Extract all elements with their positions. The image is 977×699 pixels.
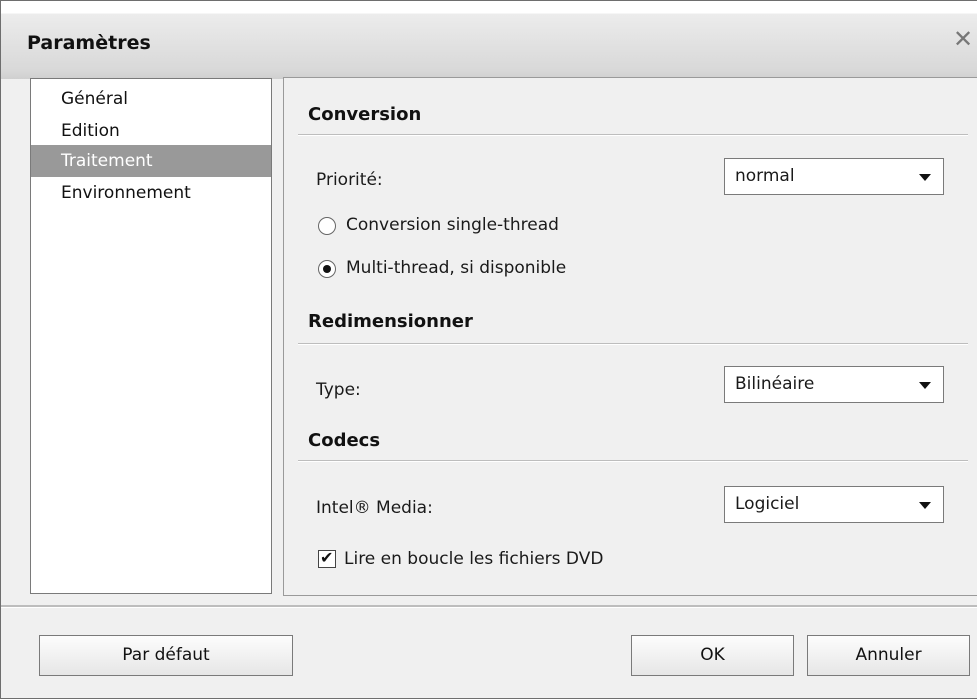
intel-media-value: Logiciel (735, 494, 800, 514)
section-divider (298, 134, 968, 136)
chevron-down-icon (919, 382, 931, 389)
chevron-down-icon (919, 174, 931, 181)
close-icon[interactable]: ✕ (953, 27, 973, 51)
priority-value: normal (735, 166, 795, 186)
category-list: Général Edition Traitement Environnement (30, 78, 272, 594)
section-title-conversion: Conversion (308, 104, 422, 125)
settings-dialog: Paramètres ✕ Général Edition Traitement … (0, 0, 977, 699)
title-bar: Paramètres ✕ (1, 1, 977, 79)
footer-divider (1, 605, 977, 608)
intel-media-select[interactable]: Logiciel (724, 486, 944, 523)
section-title-codecs: Codecs (308, 430, 381, 451)
section-divider (298, 460, 968, 462)
section-title-resize: Redimensionner (308, 311, 473, 332)
default-button[interactable]: Par défaut (39, 635, 293, 676)
settings-panel: Conversion Priorité: normal Conversion s… (283, 77, 977, 596)
radio-multi-thread[interactable] (318, 260, 336, 278)
sidebar-item-edition[interactable]: Edition (31, 115, 271, 147)
checkmark-icon: ✔ (320, 548, 334, 567)
window-title: Paramètres (27, 32, 151, 54)
resize-type-value: Bilinéaire (735, 374, 815, 394)
resize-type-select[interactable]: Bilinéaire (724, 366, 944, 403)
sidebar-item-environnement[interactable]: Environnement (31, 177, 271, 209)
chevron-down-icon (919, 502, 931, 509)
sidebar-item-general[interactable]: Général (31, 83, 271, 115)
section-divider (298, 343, 968, 345)
radio-selected-dot (323, 265, 331, 273)
ok-button[interactable]: OK (631, 635, 794, 676)
radio-multi-thread-label: Multi-thread, si disponible (346, 258, 567, 278)
radio-single-thread-label: Conversion single-thread (346, 215, 559, 235)
sidebar-item-traitement[interactable]: Traitement (31, 145, 271, 177)
priority-label: Priorité: (316, 170, 383, 190)
priority-select[interactable]: normal (724, 158, 944, 195)
type-label: Type: (316, 380, 361, 400)
loop-dvd-label: Lire en boucle les fichiers DVD (344, 549, 604, 569)
loop-dvd-checkbox[interactable]: ✔ (318, 548, 336, 568)
intel-media-label: Intel® Media: (316, 498, 433, 518)
radio-single-thread[interactable] (318, 217, 336, 235)
cancel-button[interactable]: Annuler (807, 635, 970, 676)
